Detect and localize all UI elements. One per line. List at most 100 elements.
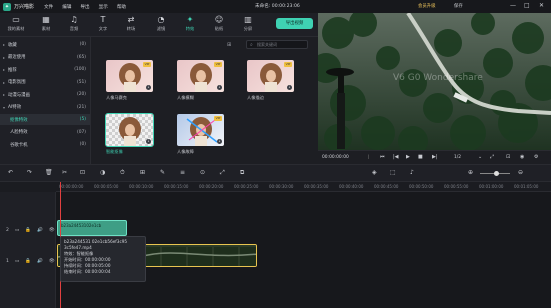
visibility-icon[interactable]: 👁: [49, 228, 55, 233]
freeze-icon[interactable]: ⊞: [140, 169, 145, 176]
undo-icon[interactable]: ↶: [8, 169, 13, 176]
effect-clip[interactable]: b23a24453102e1cb: [57, 220, 127, 236]
lock-icon[interactable]: 🔒: [25, 228, 31, 233]
fullscreen-icon[interactable]: ⤢: [490, 154, 494, 160]
crop-icon[interactable]: ⊡: [80, 169, 85, 176]
sidebar-item[interactable]: ▸ 最近使用 (65): [0, 52, 90, 63]
effect-thumbnail[interactable]: VIP ↓: [177, 60, 224, 92]
lock-icon[interactable]: 🔒: [25, 259, 31, 264]
sidebar-item[interactable]: ▸ 推荐 (100): [0, 64, 90, 75]
sidebar-item-count: (5): [79, 117, 86, 122]
save-button[interactable]: 保存: [454, 3, 463, 9]
record-icon[interactable]: ⊙: [200, 169, 205, 176]
sidebar-item[interactable]: 抠像特效 (5): [0, 114, 90, 125]
search-icon: ⌕: [250, 42, 253, 48]
menu-item[interactable]: 显示: [99, 4, 108, 10]
tab-text[interactable]: T 文字: [92, 14, 114, 36]
download-icon[interactable]: ↓: [287, 85, 292, 90]
tab-music[interactable]: ♫ 音频: [63, 14, 85, 36]
volume-icon[interactable]: ◉: [520, 154, 524, 160]
app-title: 万兴喵影: [14, 4, 35, 10]
playback-speed[interactable]: 1/2: [454, 155, 461, 160]
track-header: 1 ▭ 🔒 🔊 👁: [6, 259, 55, 264]
menu-icon[interactable]: ≡: [180, 169, 185, 176]
music-icon: ♫: [70, 15, 78, 24]
marker-icon[interactable]: ◈: [372, 169, 377, 176]
zoom-slider-handle[interactable]: [494, 171, 499, 176]
video-preview[interactable]: V6 G0 Wondershare: [318, 13, 551, 150]
effect-thumbnail[interactable]: VIP ↓: [177, 114, 224, 146]
step-back-button[interactable]: |◀: [393, 154, 399, 160]
filter-icon[interactable]: ⊞: [227, 42, 231, 48]
timeline-ruler[interactable]: 00:00:00:00 00:00:05:00 00:00:10:00 00:00:1…: [56, 182, 551, 192]
play-button[interactable]: ▶: [406, 154, 410, 160]
tab-label: 音频: [69, 26, 79, 31]
redo-icon[interactable]: ↷: [27, 169, 32, 176]
tab-transition[interactable]: ⇄ 转场: [120, 14, 142, 36]
effect-thumbnail[interactable]: ↓: [105, 113, 154, 147]
tab-sticker-face[interactable]: ☺ 贴纸: [208, 14, 230, 36]
clip-tooltip: b23a244531 02e1cb56ef3c95 3c5fe47.mp4 特效：智…: [60, 236, 146, 282]
speed-icon[interactable]: ⏱: [120, 169, 125, 177]
tab-sticker[interactable]: ▦ 素材: [35, 14, 57, 36]
ruler-tick-label: 00:00:40:00: [339, 184, 364, 189]
zoom-in-icon[interactable]: ⊕: [468, 169, 473, 176]
tab-filter[interactable]: ◔ 滤镜: [150, 14, 172, 36]
search-input[interactable]: ⌕ 搜索关键词: [246, 40, 308, 49]
zoom-out-icon[interactable]: ⊖: [518, 169, 523, 176]
audio-icon[interactable]: ♪: [410, 169, 414, 176]
edit-icon[interactable]: ✎: [160, 169, 165, 176]
menu-item[interactable]: 导出: [80, 4, 89, 10]
dropdown-icon[interactable]: ⌄: [478, 154, 482, 160]
menu-item[interactable]: 帮助: [117, 4, 126, 10]
cut-icon[interactable]: ✂: [62, 169, 67, 176]
sidebar-item[interactable]: 人脸特效 (07): [0, 127, 90, 138]
tab-label: 滤镜: [156, 26, 166, 31]
export-button[interactable]: 导出视频: [276, 18, 313, 29]
copy-icon[interactable]: ⧉: [240, 169, 244, 177]
snapshot-icon[interactable]: ⊡: [506, 154, 510, 160]
sidebar-item[interactable]: ▸ 电影氛围 (51): [0, 77, 90, 88]
sidebar-item-label: 最近使用: [8, 55, 26, 60]
mute-icon[interactable]: 🔊: [37, 259, 43, 264]
download-icon[interactable]: ↓: [146, 85, 151, 90]
mute-icon[interactable]: 🔊: [37, 228, 43, 233]
settings-icon[interactable]: ⚙: [534, 154, 538, 160]
tab-effects[interactable]: ✦ 特效: [179, 14, 201, 36]
tab-folder[interactable]: ▭ 我的素材: [5, 14, 27, 36]
track-type-icon[interactable]: ▭: [15, 259, 19, 264]
prev-frame-button[interactable]: ⏮: [380, 154, 385, 160]
sidebar-item[interactable]: ▾ AI特效 (21): [0, 102, 90, 113]
download-icon[interactable]: ↓: [217, 139, 222, 144]
visibility-icon[interactable]: 👁: [49, 259, 55, 264]
effect-thumbnail[interactable]: VIP ↓: [247, 60, 294, 92]
snap-icon[interactable]: ⬚: [390, 169, 396, 176]
tab-label: 特效: [185, 26, 195, 31]
upgrade-button[interactable]: 会员升级: [418, 3, 436, 9]
sidebar-item[interactable]: ▸ 收藏 (0): [0, 39, 90, 50]
download-icon[interactable]: ↓: [146, 139, 151, 144]
ruler-tick-label: 00:00:35:00: [304, 184, 329, 189]
delete-icon[interactable]: 🗑: [45, 169, 53, 176]
close-icon[interactable]: ✕: [539, 2, 544, 9]
playback-controls: 00:00:00:00 | ⏮ |◀ ▶ ■ ▶| 1/2 ⌄ ⤢ ⊡ ◉ ⚙: [318, 150, 551, 164]
maximize-icon[interactable]: □: [524, 2, 530, 9]
expand-icon[interactable]: ⤢: [220, 169, 225, 177]
menu-item[interactable]: 文件: [44, 4, 53, 10]
effect-thumbnail[interactable]: VIP ↓: [106, 60, 153, 92]
effects-sidebar: ▸ 收藏 (0) ▸ 最近使用 (65) ▸ 推荐 (100) ▸ 电影氛围 (51) ▸ 动漫与漫画 (2…: [0, 37, 90, 177]
stop-button[interactable]: ■: [418, 154, 423, 160]
color-icon[interactable]: ◑: [100, 169, 105, 176]
track-type-icon[interactable]: ▭: [15, 228, 19, 233]
minimize-icon[interactable]: —: [510, 2, 516, 9]
ruler-tick-label: 00:00:45:00: [374, 184, 399, 189]
sidebar-item[interactable]: 谷歌卡机 (0): [0, 139, 90, 150]
menu-item[interactable]: 编辑: [62, 4, 71, 10]
step-forward-button[interactable]: ▶|: [432, 154, 438, 160]
tab-split-screen[interactable]: ▥ 分屏: [237, 14, 259, 36]
effects-grid: ⊞: [91, 37, 318, 177]
tooltip-line: 结束时间：00:00:00:04: [64, 269, 111, 274]
download-icon[interactable]: ↓: [217, 85, 222, 90]
sidebar-item[interactable]: ▸ 动漫与漫画 (20): [0, 89, 90, 100]
sidebar-item-label: 抠像特效: [10, 117, 28, 123]
